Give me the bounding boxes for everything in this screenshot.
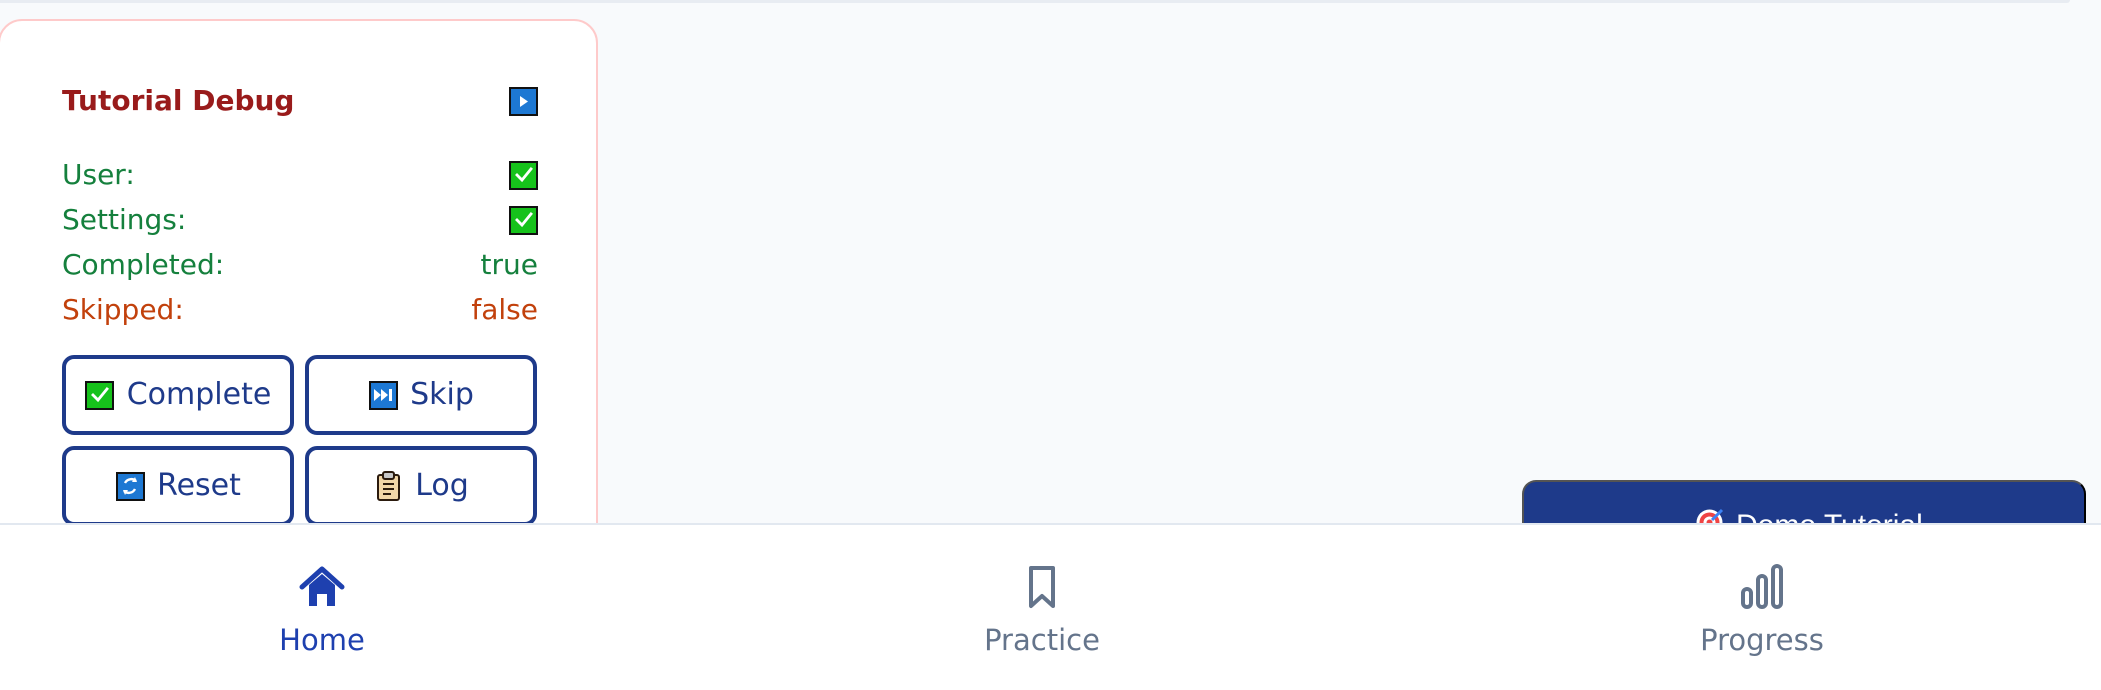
completed-label: Completed:	[62, 248, 225, 281]
log-button-label: Log	[415, 468, 469, 503]
check-mark-icon	[509, 160, 538, 190]
log-button[interactable]: Log	[305, 446, 537, 526]
nav-item-progress[interactable]: Progress	[1672, 561, 1852, 661]
check-mark-icon	[85, 380, 115, 410]
skipped-label: Skipped:	[62, 293, 184, 326]
bookmark-icon	[1016, 561, 1068, 613]
top-divider	[0, 0, 2070, 3]
clipboard-icon	[373, 470, 403, 501]
tutorial-debug-panel: Tutorial Debug User: Settings: Completed…	[0, 19, 598, 579]
fast-forward-icon	[368, 380, 398, 410]
nav-item-practice[interactable]: Practice	[952, 561, 1132, 661]
nav-item-home[interactable]: Home	[232, 561, 412, 661]
skipped-value: false	[471, 293, 538, 326]
settings-status-row: Settings:	[62, 202, 538, 238]
skip-button-label: Skip	[410, 377, 474, 412]
complete-button-label: Complete	[126, 377, 272, 412]
settings-label: Settings:	[62, 203, 187, 236]
bar-chart-icon	[1736, 561, 1788, 613]
home-icon	[296, 561, 348, 613]
user-status-row: User:	[62, 157, 538, 193]
completed-status-row: Completed: true	[62, 247, 538, 283]
user-label: User:	[62, 158, 135, 191]
nav-label-progress: Progress	[1700, 623, 1824, 657]
play-button-icon	[509, 86, 538, 116]
skip-button[interactable]: Skip	[305, 355, 537, 435]
bottom-navigation: Home Practice Progress	[0, 523, 2101, 690]
debug-title: Tutorial Debug	[62, 84, 295, 117]
debug-header: Tutorial Debug	[62, 81, 538, 121]
reset-button[interactable]: Reset	[62, 446, 294, 526]
check-mark-icon	[509, 205, 538, 235]
refresh-icon	[115, 471, 145, 501]
completed-value: true	[480, 248, 538, 281]
nav-label-home: Home	[279, 623, 365, 657]
skipped-status-row: Skipped: false	[62, 292, 538, 328]
reset-button-label: Reset	[157, 468, 241, 503]
complete-button[interactable]: Complete	[62, 355, 294, 435]
nav-label-practice: Practice	[984, 623, 1100, 657]
